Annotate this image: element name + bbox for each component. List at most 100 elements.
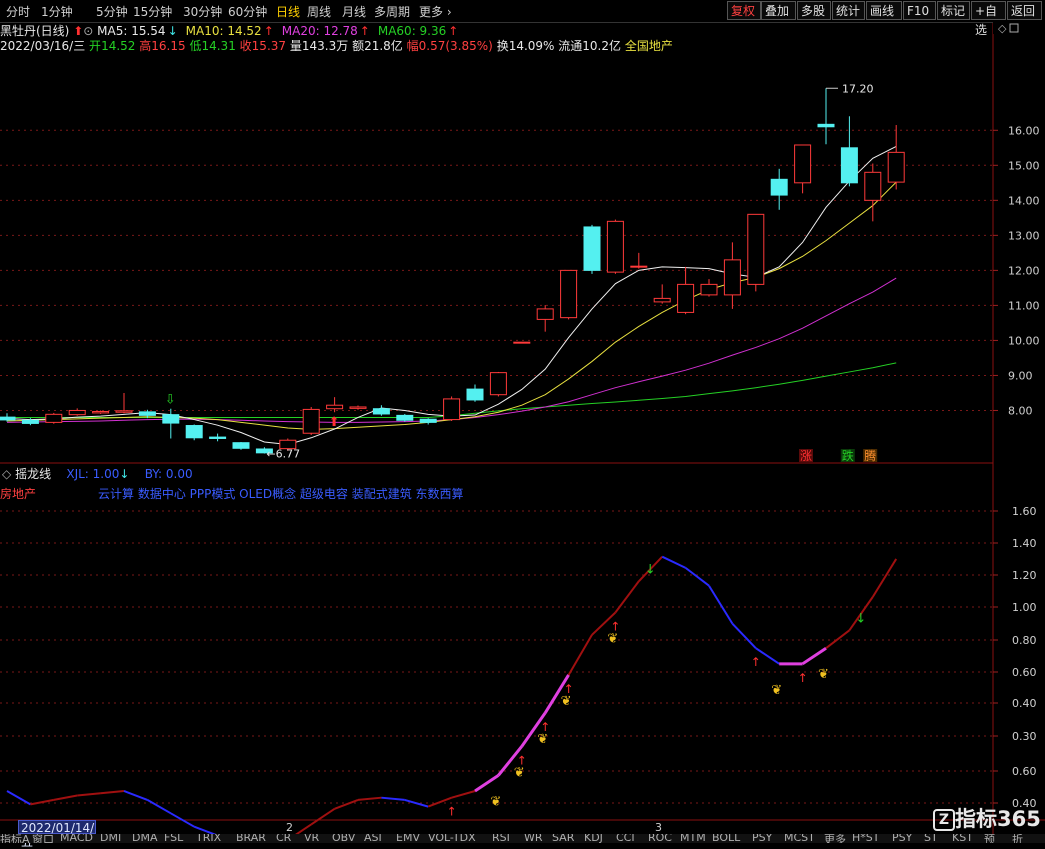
indicator-tabs: 指标A 窗口 MACD DMI DMA FSL TRIX BRAR CR VR OBV ASI EMV V… [0, 834, 1045, 843]
candle [0, 416, 16, 421]
indicator-segment [381, 796, 405, 801]
candle [677, 283, 695, 313]
indicator-tab-13[interactable]: VOL-TDX [428, 834, 476, 843]
indicator-down-arrow-icon: ↓ [645, 562, 656, 577]
indicator-tab-1[interactable]: 窗口 [32, 834, 54, 843]
candle [162, 414, 180, 424]
indicator-segment [357, 796, 382, 801]
candle [302, 408, 320, 434]
indicator-tab-25[interactable]: H*ST [852, 834, 879, 843]
xjl-value: XJL: 1.00 [66, 467, 120, 481]
indicator-segment [123, 790, 148, 801]
indicator-tab-5[interactable]: FSL [164, 834, 183, 843]
indicator-tab-29[interactable]: 预 [984, 834, 995, 843]
signal-down-icon: ⇩ [165, 392, 176, 407]
badge-teng: 腾 [864, 448, 876, 463]
indicator-tab-4[interactable]: DMA [132, 834, 158, 843]
indicator-segment [567, 634, 593, 676]
candle [700, 283, 718, 296]
butterfly-icon: ❦ [514, 765, 525, 780]
indicator-tab-3[interactable]: DMI [100, 834, 121, 843]
logo-text: 指标365 [955, 807, 1041, 831]
butterfly-icon: ❦ [537, 732, 548, 747]
butterfly-icon: ❦ [490, 794, 501, 809]
indicator-tab-21[interactable]: BOLL [712, 834, 740, 843]
cursor-date-box: 2022/01/14/五 [18, 820, 96, 849]
candle [747, 213, 765, 285]
candle [232, 442, 250, 449]
indicator-tab-9[interactable]: VR [304, 834, 319, 843]
candle [209, 436, 227, 439]
candle [489, 372, 507, 396]
candle [723, 259, 741, 296]
badge-die: 跌 [842, 448, 854, 463]
candle [840, 147, 858, 184]
badge-zhang: 涨 [800, 448, 812, 463]
candle [396, 414, 414, 421]
candle [115, 410, 133, 413]
indicator-tab-11[interactable]: ASI [364, 834, 382, 843]
indicator-tab-27[interactable]: ST [924, 834, 938, 843]
indicator-up-arrow-icon: ↑ [447, 805, 457, 819]
indicator-tab-20[interactable]: MTM [680, 834, 706, 843]
indicator-tab-28[interactable]: KST [952, 834, 973, 843]
butterfly-icon: ❦ [607, 631, 618, 646]
xjl-arrow-icon: ↓ [119, 467, 130, 481]
indicator-segment [731, 622, 757, 649]
indicator-segment [334, 798, 359, 810]
price-axis-label: 15.00 [1008, 159, 1040, 172]
price-axis-label: 9.00 [1008, 369, 1033, 382]
candle [45, 413, 63, 423]
price-axis-label: 14.00 [1008, 194, 1040, 207]
indicator-segment [53, 794, 78, 801]
indicator-tab-15[interactable]: WR [524, 834, 543, 843]
indicator-tab-30[interactable]: 折 [1012, 834, 1023, 843]
candle [419, 418, 437, 423]
high-marker-label: 17.20 [842, 82, 874, 95]
candle [21, 419, 39, 424]
indicator-tab-14[interactable]: RSI [492, 834, 510, 843]
indicator-tab-22[interactable]: PSY [752, 834, 772, 843]
indicator-tab-17[interactable]: KDJ [584, 834, 603, 843]
candle [138, 411, 156, 416]
indicator-segment [614, 580, 640, 614]
candle [770, 178, 788, 196]
indicator-tab-6[interactable]: TRIX [196, 834, 221, 843]
indicator-tab-2[interactable]: MACD [60, 834, 93, 843]
price-axis-label: 11.00 [1008, 299, 1040, 312]
candle [326, 404, 344, 410]
kline-chart[interactable]: 16.00 15.00 14.00 13.00 12.00 11.00 10.00 9.00 8… [0, 0, 1045, 843]
indicator-up-arrow-icon: ↑ [751, 655, 761, 669]
butterfly-icon: ❦ [818, 667, 829, 682]
candle [653, 297, 671, 303]
logo-icon: Z [933, 809, 955, 831]
price-axis-label: 12.00 [1008, 264, 1040, 277]
butterfly-icon: ❦ [771, 683, 782, 698]
indicator-tab-12[interactable]: EMV [396, 834, 420, 843]
indicator-tab-24[interactable]: 更多 [824, 834, 846, 843]
signal-up-icon: ⬆ [329, 415, 340, 430]
candle [817, 123, 835, 128]
concept-list: 云计算 数据中心 PPP模式 OLED概念 超级电容 装配式建筑 东数西算 [98, 487, 464, 501]
indicator-axis-label: 1.20 [1012, 569, 1037, 582]
indicator-tab-7[interactable]: BRAR [236, 834, 266, 843]
price-axis-label: 10.00 [1008, 334, 1040, 347]
indicator-tab-26[interactable]: PSY [892, 834, 912, 843]
indicator-segment [801, 646, 827, 666]
candle [466, 388, 484, 401]
indicator-settings-icon[interactable]: ◇ [2, 467, 11, 481]
indicator-tab-16[interactable]: SAR [552, 834, 574, 843]
indicator-tab-23[interactable]: MCST [784, 834, 815, 843]
candle [794, 144, 812, 184]
indicator-tab-10[interactable]: OBV [332, 834, 355, 843]
indicator-tab-0[interactable]: 指标A [0, 834, 30, 843]
watermark-logo: Z 指标365 [933, 803, 1041, 833]
candle [92, 411, 110, 414]
indicator-segment [661, 555, 687, 569]
candle [443, 398, 461, 421]
indicator-segment [684, 567, 710, 587]
indicator-tab-19[interactable]: ROC [648, 834, 672, 843]
indicator-axis-label: 0.30 [1012, 730, 1037, 743]
indicator-tab-8[interactable]: CR [276, 834, 291, 843]
indicator-tab-18[interactable]: CCI [616, 834, 635, 843]
